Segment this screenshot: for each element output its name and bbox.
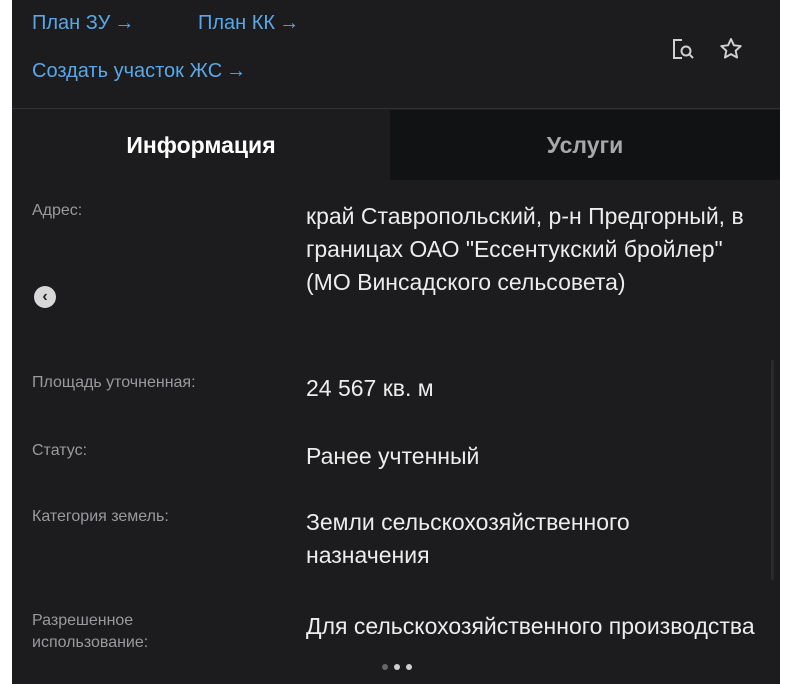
field-value: Земли сельскохозяйственного назначения [306,509,630,568]
field-value: Ранее учтенный [306,443,480,469]
field-label: Категория земель: [32,508,169,525]
search-document-icon[interactable] [670,36,696,62]
field-label: Адрес: [32,202,83,219]
arrow-right-icon: → [279,12,300,34]
scrollbar[interactable] [771,360,774,580]
plan-kk-link[interactable]: План КК → [198,12,299,35]
pager-dots [382,664,412,670]
field-value: край Ставропольский, р-н Предгорный, в г… [306,203,744,295]
field-label: Площадь уточненная: [32,374,196,391]
create-plot-label: Создать участок ЖС [32,60,223,82]
field-label: Разрешенное использование: [32,612,149,651]
plan-kk-label: План КК [198,12,276,34]
pager-dot[interactable] [406,664,412,670]
arrow-right-icon: → [226,60,247,82]
header-divider [12,108,780,109]
tab-information-label: Информация [126,131,276,158]
create-plot-link[interactable]: Создать участок ЖС → [32,60,246,83]
tab-bar: Информация Услуги [12,110,780,180]
pager-dot[interactable] [382,664,388,670]
tab-services[interactable]: Услуги [390,110,780,180]
field-value: 24 567 кв. м [306,375,434,401]
field-label: Статус: [32,442,88,459]
arrow-right-icon: → [114,12,135,34]
chevron-left-icon[interactable]: ‹ [34,286,56,308]
plan-zu-link[interactable]: План ЗУ → [32,12,134,35]
object-info-panel: План ЗУ → План КК → Создать участок ЖС → Ин… [12,0,780,684]
field-value: Для сельскохозяйственного производства [306,613,755,639]
pager-dot-active[interactable] [394,664,400,670]
plan-zu-label: План ЗУ [32,12,111,34]
tab-information[interactable]: Информация [12,110,390,180]
tab-services-label: Услуги [546,131,624,158]
star-icon[interactable] [718,36,744,62]
header-actions [670,36,744,62]
